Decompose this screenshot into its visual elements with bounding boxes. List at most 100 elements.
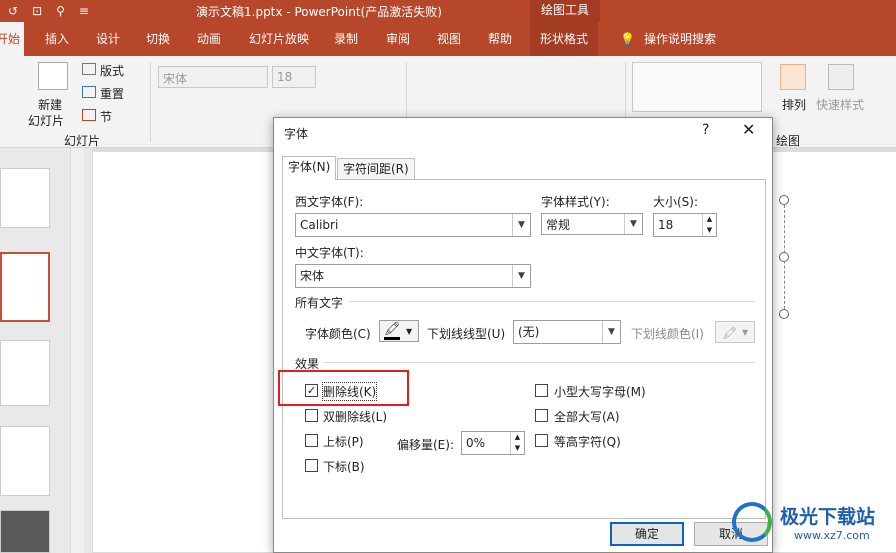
latin-font-value: Calibri	[300, 218, 339, 232]
font-style-value: 常规	[546, 218, 571, 232]
equalize-height-label[interactable]: 等高字符(Q)	[554, 433, 621, 450]
quick-styles-icon[interactable]	[828, 64, 854, 90]
watermark-url: www.xz7.com	[794, 529, 870, 542]
superscript-label[interactable]: 上标(P)	[323, 433, 364, 450]
size-label: 大小(S):	[653, 195, 699, 209]
slide-thumbnail-4[interactable]	[0, 426, 50, 496]
tell-me-search[interactable]: 操作说明搜索	[644, 22, 716, 56]
size-spinner[interactable]: 18 ▲ ▼	[653, 213, 717, 237]
font-tab-panel: 西文字体(F): Calibri ▼ 字体样式(Y): 常规 ▼ 大小(S): 18…	[282, 179, 766, 519]
all-text-header: 所有文字	[295, 296, 344, 310]
font-size-box[interactable]: 18	[277, 70, 292, 84]
latin-font-label: 西文字体(F):	[295, 195, 364, 209]
color-swatch	[384, 337, 400, 340]
asian-font-select[interactable]: 宋体 ▼	[295, 264, 531, 288]
font-color-picker[interactable]: 🖍 ▼	[379, 320, 419, 342]
tab-design[interactable]: 设计	[96, 22, 120, 56]
ok-button[interactable]: 确定	[610, 522, 684, 546]
resize-handle-bottom[interactable]	[779, 309, 789, 319]
spin-arrows-icon[interactable]: ▲ ▼	[510, 432, 524, 454]
subscript-label[interactable]: 下标(B)	[323, 458, 365, 475]
present-icon[interactable]: ⊡	[32, 4, 42, 18]
shape-gallery[interactable]	[632, 62, 762, 112]
double-strikethrough-label[interactable]: 双删除线(L)	[323, 408, 387, 425]
resize-handle-top[interactable]	[779, 195, 789, 205]
customize-qa-icon[interactable]: ≡	[79, 4, 89, 18]
font-style-select[interactable]: 常规 ▼	[541, 213, 643, 235]
tab-shape-format[interactable]: 形状格式	[530, 22, 599, 56]
chevron-down-icon: ▼	[742, 328, 749, 337]
tab-font[interactable]: 字体(N)	[282, 156, 337, 180]
new-slide-icon[interactable]	[38, 62, 68, 90]
small-caps-label[interactable]: 小型大写字母(M)	[554, 383, 646, 400]
chevron-down-icon[interactable]: ▼	[624, 214, 642, 234]
section-icon	[82, 109, 96, 121]
tab-insert[interactable]: 插入	[45, 22, 69, 56]
underline-style-select[interactable]: (无) ▼	[513, 320, 621, 344]
underline-color-picker: 🖍 ▼	[715, 321, 755, 343]
tab-animations[interactable]: 动画	[197, 22, 221, 56]
section-button[interactable]: 节	[100, 108, 112, 125]
watermark-logo-icon	[732, 502, 772, 542]
slide-thumbnail-2-selected[interactable]	[0, 252, 50, 322]
slide-thumbnail-1[interactable]	[0, 168, 50, 228]
context-group-label: 绘图工具	[530, 0, 600, 22]
asian-font-label: 中文字体(T):	[295, 246, 364, 260]
size-value: 18	[658, 218, 674, 232]
offset-spinner[interactable]: 0% ▲ ▼	[461, 431, 525, 455]
resize-handle-middle[interactable]	[779, 252, 789, 262]
watermark-text: 极光下载站	[780, 506, 876, 528]
spin-arrows-icon[interactable]: ▲ ▼	[702, 214, 716, 236]
layout-button[interactable]: 版式	[100, 62, 124, 79]
tab-review[interactable]: 审阅	[386, 22, 410, 56]
undo-icon[interactable]: ↺	[8, 4, 18, 18]
all-caps-checkbox[interactable]	[535, 409, 548, 422]
all-caps-label[interactable]: 全部大写(A)	[554, 408, 620, 425]
font-name-box[interactable]: 宋体	[163, 70, 187, 87]
asian-font-value: 宋体	[300, 269, 325, 283]
strikethrough-highlight-box	[278, 370, 409, 406]
offset-label: 偏移量(E):	[397, 438, 454, 452]
equalize-height-checkbox[interactable]	[535, 434, 548, 447]
reset-button[interactable]: 重置	[100, 85, 124, 102]
chevron-down-icon[interactable]: ▼	[602, 321, 620, 343]
tab-home[interactable]: 开始	[0, 22, 25, 56]
underline-color-label: 下划线颜色(I)	[631, 327, 704, 341]
arrange-icon[interactable]	[780, 64, 806, 90]
new-slide-label-2[interactable]: 幻灯片	[28, 112, 64, 129]
ribbon-tabs: 开始 插入 设计 切换 动画 幻灯片放映 录制 审阅 视图 帮助 形状格式 💡 …	[0, 22, 896, 56]
paint-bucket-icon: 🖍	[722, 326, 738, 340]
chevron-down-icon[interactable]: ▼	[406, 321, 412, 343]
slide-thumbnail-3[interactable]	[0, 340, 50, 406]
superscript-checkbox[interactable]	[305, 434, 318, 447]
dialog-title: 字体	[284, 127, 309, 141]
underline-style-value: (无)	[518, 325, 540, 339]
double-strikethrough-checkbox[interactable]	[305, 409, 318, 422]
watermark: 极光下载站 www.xz7.com	[728, 496, 896, 553]
layout-icon	[82, 63, 96, 75]
slide-thumbnail-5[interactable]	[0, 510, 50, 553]
tab-character-spacing[interactable]: 字符间距(R)	[337, 158, 415, 180]
font-dialog: 字体 ? ✕ 字体(N) 字符间距(R) 西文字体(F): Calibri ▼ 字…	[273, 117, 773, 553]
group-drawing-label: 绘图	[776, 134, 801, 148]
tab-record[interactable]: 录制	[334, 22, 358, 56]
offset-value: 0%	[466, 436, 486, 450]
tab-slideshow[interactable]: 幻灯片放映	[249, 22, 309, 56]
chevron-down-icon[interactable]: ▼	[512, 265, 530, 287]
quick-styles-button[interactable]: 快速样式	[816, 96, 864, 113]
thumbnail-scrollbar[interactable]	[70, 148, 84, 553]
tab-view[interactable]: 视图	[437, 22, 461, 56]
preview-icon[interactable]: ⚲	[56, 4, 65, 18]
underline-style-label: 下划线线型(U)	[427, 327, 506, 341]
new-slide-label-1[interactable]: 新建	[38, 96, 62, 113]
small-caps-checkbox[interactable]	[535, 384, 548, 397]
close-icon[interactable]: ✕	[742, 120, 755, 139]
tab-transitions[interactable]: 切换	[146, 22, 170, 56]
chevron-down-icon[interactable]: ▼	[512, 214, 530, 236]
subscript-checkbox[interactable]	[305, 459, 318, 472]
latin-font-select[interactable]: Calibri ▼	[295, 213, 531, 237]
lightbulb-icon: 💡	[620, 32, 635, 46]
help-icon[interactable]: ?	[702, 122, 709, 138]
arrange-button[interactable]: 排列	[782, 96, 806, 113]
tab-help[interactable]: 帮助	[488, 22, 512, 56]
